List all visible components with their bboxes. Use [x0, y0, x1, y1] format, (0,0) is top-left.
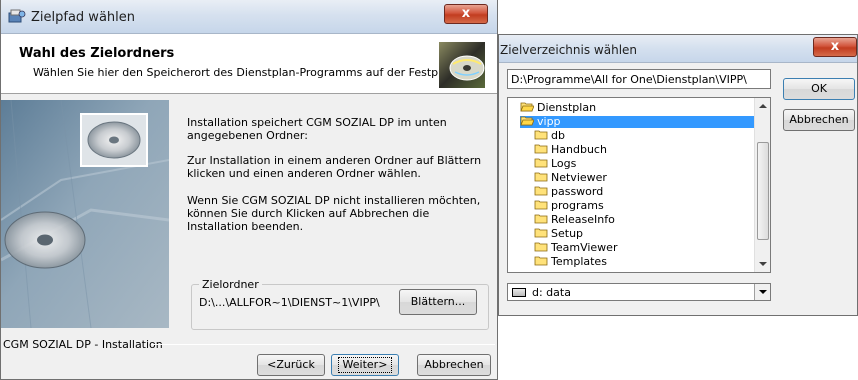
folder-icon — [534, 186, 548, 196]
tree-item-setup[interactable]: Setup — [534, 228, 583, 240]
page-subtitle: Wählen Sie hier den Speicherort des Dien… — [33, 66, 467, 79]
tree-item-label: Netviewer — [551, 171, 607, 184]
folder-icon — [534, 158, 548, 168]
tree-item-db[interactable]: db — [534, 130, 565, 142]
tree-item-label: Setup — [551, 227, 584, 240]
tree-item-label: password — [551, 185, 604, 198]
cd-side-image — [1, 100, 169, 328]
tree-item-releaseinfo[interactable]: ReleaseInfo — [534, 214, 615, 226]
installer-icon — [8, 9, 26, 23]
drive-icon — [512, 288, 526, 297]
tree-item-label: Handbuch — [551, 143, 607, 156]
title-bar[interactable]: Zielpfad wählen x — [1, 0, 497, 34]
back-button[interactable]: <Zurück — [257, 354, 325, 376]
close-icon: x — [830, 39, 840, 54]
tree-item-password[interactable]: password — [534, 186, 603, 198]
open-folder-icon — [520, 102, 534, 112]
tree-item-label: db — [551, 129, 565, 142]
folder-icon — [534, 228, 548, 238]
info-text-2: Zur Installation in einem anderen Ordner… — [187, 154, 482, 180]
tree-scrollbar[interactable] — [754, 98, 770, 272]
folder-icon — [534, 242, 548, 252]
tree-item-label: ReleaseInfo — [551, 213, 615, 226]
folder-icon — [534, 200, 548, 210]
chevron-down-icon[interactable] — [754, 284, 770, 300]
footer-divider — [151, 344, 495, 345]
tree-item-label: vipp — [537, 115, 561, 128]
folder-icon — [534, 214, 548, 224]
dialog-close-button[interactable]: x — [813, 37, 857, 57]
tree-item-label: Dienstplan — [537, 101, 597, 114]
close-button[interactable]: x — [444, 4, 488, 24]
dialog-cancel-button[interactable]: Abbrechen — [783, 109, 855, 131]
next-button-label: Weiter> — [337, 357, 393, 373]
install-wizard-window: Zielpfad wählen x Wahl des Zielordners W… — [0, 0, 498, 380]
dialog-title: Zielverzeichnis wählen — [500, 43, 638, 57]
drive-value: d: data — [532, 286, 571, 299]
scroll-thumb[interactable] — [757, 142, 769, 240]
ok-button[interactable]: OK — [783, 78, 855, 100]
folder-select-dialog: Zielverzeichnis wählen x D:\Programme\Al… — [498, 34, 858, 316]
folder-icon — [534, 130, 548, 140]
page-title: Wahl des Zielordners — [19, 46, 175, 61]
folder-path-input[interactable]: D:\Programme\All for One\Dienstplan\VIPP… — [507, 69, 771, 89]
target-folder-legend: Zielordner — [199, 278, 262, 291]
tree-item-logs[interactable]: Logs — [534, 158, 576, 170]
tree-item-netviewer[interactable]: Netviewer — [534, 172, 607, 184]
installer-footer-label: CGM SOZIAL DP - Installation — [3, 338, 163, 351]
cd-header-icon — [439, 42, 485, 88]
info-text-3: Wenn Sie CGM SOZIAL DP nicht installiere… — [187, 194, 481, 233]
folder-icon — [534, 256, 548, 266]
tree-item-vipp[interactable]: vipp — [520, 116, 758, 128]
folder-icon — [534, 144, 548, 154]
tree-item-dienstplan[interactable]: Dienstplan — [520, 102, 596, 114]
next-button[interactable]: Weiter> — [331, 354, 399, 376]
drive-select[interactable]: d: data — [507, 283, 771, 301]
scroll-down-icon[interactable] — [759, 262, 767, 266]
info-text-1: Installation speichert CGM SOZIAL DP im … — [187, 116, 447, 142]
tree-item-programs[interactable]: programs — [534, 200, 604, 212]
target-folder-path: D:\...\ALLFOR~1\DIENST~1\VIPP\ — [199, 296, 380, 309]
tree-item-label: Logs — [551, 157, 577, 170]
dialog-title-bar[interactable]: Zielverzeichnis wählen x — [499, 35, 857, 63]
browse-button[interactable]: Blättern... — [399, 289, 477, 315]
close-icon: x — [461, 6, 471, 21]
open-folder-icon — [520, 116, 534, 126]
folder-icon — [534, 172, 548, 182]
folder-tree[interactable]: Dienstplan vipp db Handbuch Logs Netview… — [507, 97, 771, 273]
scroll-up-icon[interactable] — [759, 104, 767, 108]
window-title: Zielpfad wählen — [31, 10, 135, 25]
tree-item-label: Templates — [551, 255, 607, 268]
wizard-header: Wahl des Zielordners Wählen Sie hier den… — [1, 34, 497, 94]
tree-item-handbuch[interactable]: Handbuch — [534, 144, 607, 156]
tree-item-label: programs — [551, 199, 604, 212]
tree-item-teamviewer[interactable]: TeamViewer — [534, 242, 617, 254]
cancel-button[interactable]: Abbrechen — [417, 354, 491, 376]
tree-item-templates[interactable]: Templates — [534, 256, 607, 268]
tree-item-label: TeamViewer — [551, 241, 618, 254]
